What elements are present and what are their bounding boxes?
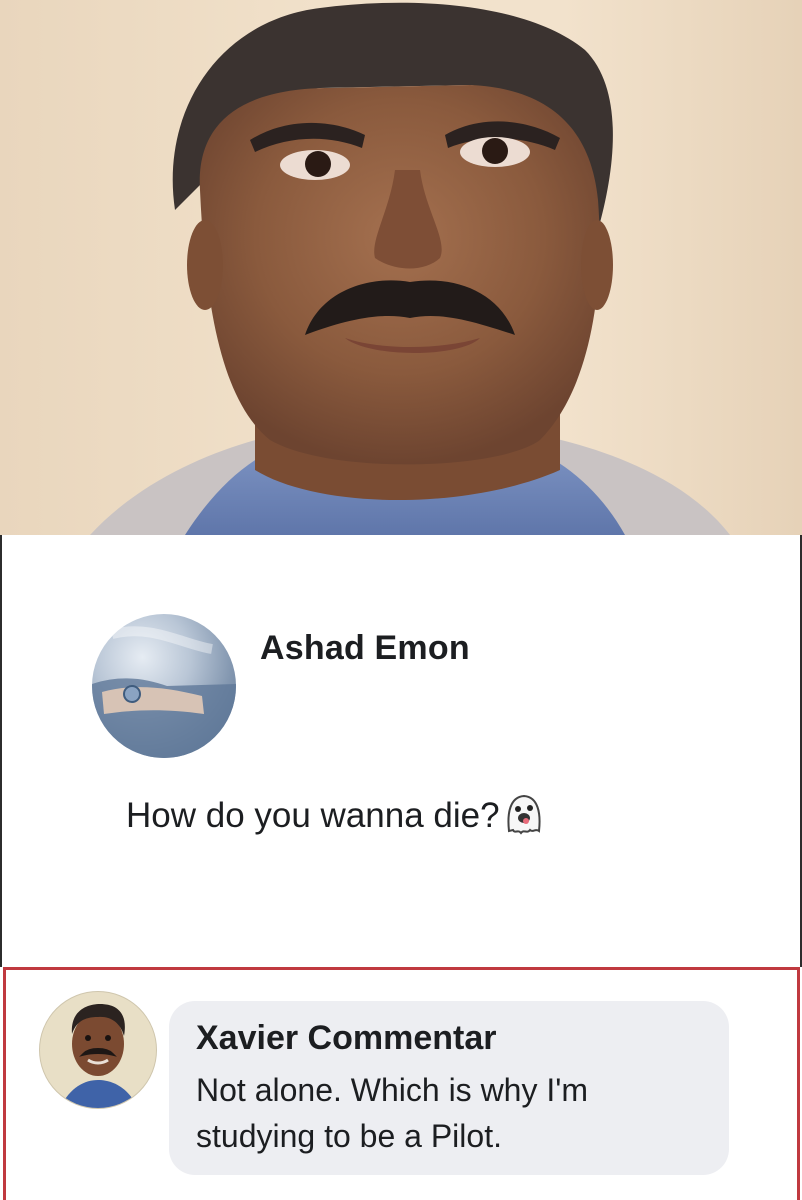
comment-card: Xavier Commentar Not alone. Which is why… xyxy=(3,967,800,1200)
portrait-photo xyxy=(0,0,802,535)
screenshot: Ashad Emon How do you wanna die? Xavier … xyxy=(0,0,802,1200)
avatar[interactable] xyxy=(92,614,236,758)
post-card: Ashad Emon How do you wanna die? xyxy=(0,535,802,967)
ghost-emoji-icon xyxy=(504,793,544,844)
comment-author-name[interactable]: Xavier Commentar xyxy=(196,1019,496,1058)
commenter-photo-icon xyxy=(60,1004,138,1108)
post-author-name[interactable]: Ashad Emon xyxy=(260,629,470,668)
post-text: How do you wanna die? xyxy=(126,793,544,844)
avatar-photo-icon xyxy=(92,626,236,758)
comment-avatar[interactable] xyxy=(39,991,157,1109)
post-text-content: How do you wanna die? xyxy=(126,796,500,835)
comment-text: Not alone. Which is why I'm studying to … xyxy=(196,1072,589,1154)
comment-bubble: Xavier Commentar Not alone. Which is why… xyxy=(169,1001,729,1175)
